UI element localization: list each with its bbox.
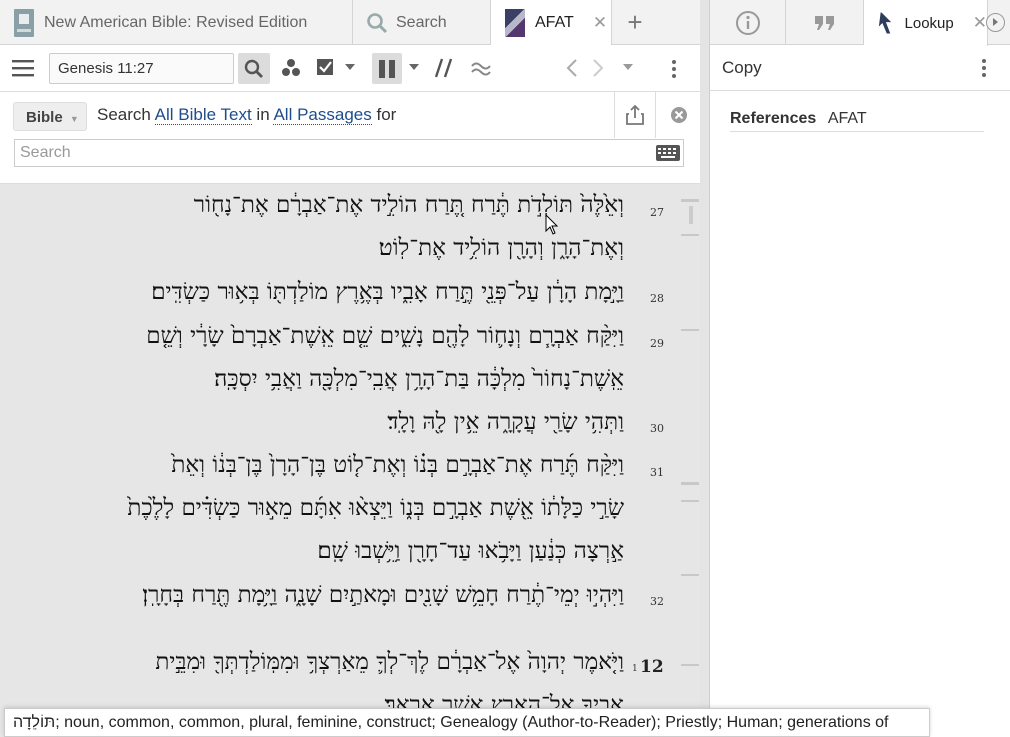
search-kind-button[interactable]: Bible ▼ bbox=[13, 102, 87, 131]
tab-lookup[interactable]: Lookup ✕ bbox=[864, 0, 988, 46]
new-tab-button[interactable]: + bbox=[612, 0, 658, 45]
verse-number[interactable]: 1 bbox=[632, 664, 638, 674]
for-word: for bbox=[376, 105, 397, 124]
scroll-marker bbox=[681, 234, 699, 236]
tab-afat[interactable]: AFAT ✕ bbox=[491, 0, 612, 46]
bible-book-icon bbox=[14, 8, 34, 37]
share-icon[interactable] bbox=[614, 92, 656, 138]
references-label: References bbox=[730, 110, 817, 127]
verse-number[interactable]: 32 bbox=[650, 595, 664, 608]
keyboard-icon[interactable] bbox=[655, 144, 681, 162]
references-value[interactable]: AFAT bbox=[828, 110, 867, 127]
in-word: in bbox=[256, 105, 270, 124]
menu-icon[interactable] bbox=[12, 58, 34, 78]
inline-search: Bible ▼ Search All Bible Text in All Pas… bbox=[0, 92, 700, 184]
close-tab-icon[interactable]: ✕ bbox=[593, 13, 607, 33]
verse-line[interactable]: וַיִּקַּ֨ח תֶּ֜רַח אֶת־אַבְרָ֣ם בְּנ֗וֹ … bbox=[171, 452, 624, 478]
more-tabs-icon[interactable] bbox=[986, 13, 1005, 32]
verse-number[interactable]: 29 bbox=[650, 337, 664, 350]
toolbar: Genesis 11:27 bbox=[0, 45, 700, 92]
verse-line[interactable]: וַיִּהְי֣וּ יְמֵי־תֶ֔רַח חָמֵ֥שׁ שָׁנִ֖י… bbox=[142, 582, 624, 608]
scroll-marker bbox=[681, 574, 699, 576]
search-prefix: Search bbox=[97, 105, 151, 124]
lookup-icon bbox=[878, 12, 892, 34]
quote-icon bbox=[814, 15, 834, 30]
search-icon bbox=[367, 12, 388, 33]
verse-number[interactable]: 28 bbox=[650, 292, 664, 305]
forward-arrow-icon[interactable] bbox=[589, 57, 607, 79]
chevron-down-icon[interactable] bbox=[407, 61, 421, 73]
verse-line[interactable]: וְאֶת־הָרָ֑ן וְהָרָ֖ן הוֹלִ֥יד אֶת־לֽוֹט… bbox=[379, 235, 624, 261]
passage-scope-link[interactable]: All Passages bbox=[273, 105, 372, 125]
divider bbox=[710, 90, 1010, 91]
search-input[interactable]: Search bbox=[14, 139, 684, 167]
scroll-marker bbox=[681, 482, 699, 485]
scroll-marker bbox=[681, 500, 699, 502]
verse-line[interactable]: וַיֹּ֤אמֶר יְהוָה֙ אֶל־אַבְרָ֔ם לֶךְ־לְך… bbox=[155, 649, 624, 675]
close-search-icon[interactable] bbox=[669, 105, 689, 125]
go-search-button[interactable] bbox=[238, 53, 270, 84]
morphology-tooltip: תּוֹלֵדָה; noun, common, common, plural,… bbox=[4, 708, 930, 737]
tab-information[interactable] bbox=[710, 0, 786, 45]
history-chevron-icon[interactable] bbox=[621, 61, 635, 73]
info-icon bbox=[735, 10, 760, 35]
parallel-resources-icon[interactable] bbox=[433, 56, 455, 80]
tab-nabre[interactable]: New American Bible: Revised Edition bbox=[0, 0, 353, 45]
mouse-cursor-icon bbox=[545, 214, 559, 235]
tab-label: Lookup bbox=[904, 14, 954, 32]
bible-panel: New American Bible: Revised Edition Sear… bbox=[0, 0, 700, 737]
bible-text: 27 וְאֵ֙לֶּה֙ תּוֹלְדֹ֣ת תֶּ֔רַח תֶּ֚רַח… bbox=[0, 184, 700, 737]
tab-quotes[interactable] bbox=[786, 0, 864, 45]
search-kind-label: Bible bbox=[26, 109, 63, 126]
search-scope-line: Search All Bible Text in All Passages fo… bbox=[97, 105, 396, 125]
app-window: New American Bible: Revised Edition Sear… bbox=[0, 0, 1010, 737]
scroll-marker bbox=[681, 199, 699, 202]
verse-line[interactable]: אֵֽשֶׁת־נָחוֹר֙ מִלְכָּ֔ה בַּת־הָרָ֥ן אֲ… bbox=[214, 366, 624, 392]
verse-line[interactable]: וְאֵ֙לֶּה֙ תּוֹלְדֹ֣ת תֶּ֔רַח תֶּ֚רַח הו… bbox=[194, 192, 624, 218]
parallel-view-icon[interactable] bbox=[372, 53, 402, 84]
chapter-number[interactable]: 12 bbox=[640, 657, 664, 677]
tab-label: New American Bible: Revised Edition bbox=[44, 13, 308, 31]
inline-search-icon[interactable] bbox=[469, 57, 493, 79]
verse-number[interactable]: 31 bbox=[650, 466, 664, 479]
right-tab-bar: Lookup ✕ bbox=[710, 0, 1010, 46]
chevron-down-icon[interactable] bbox=[343, 61, 357, 73]
scroll-thumb[interactable] bbox=[689, 206, 693, 224]
verse-number[interactable]: 27 bbox=[650, 206, 664, 219]
lookup-panel: Lookup ✕ Copy References AFAT bbox=[709, 0, 1010, 737]
tab-bar: New American Bible: Revised Edition Sear… bbox=[0, 0, 700, 46]
chevron-down-icon: ▼ bbox=[69, 114, 79, 124]
checklist-icon[interactable] bbox=[315, 56, 337, 78]
tab-label: Search bbox=[396, 13, 447, 31]
tab-search[interactable]: Search bbox=[353, 0, 491, 45]
verse-number[interactable]: 30 bbox=[650, 422, 664, 435]
panel-menu-icon[interactable] bbox=[672, 57, 676, 81]
reference-input[interactable]: Genesis 11:27 bbox=[49, 53, 234, 84]
verse-line[interactable]: אַ֣רְצָה כְּנַ֔עַן וַיָּבֹ֥אוּ עַד־חָרָ֖… bbox=[317, 538, 624, 564]
panel-divider[interactable] bbox=[700, 0, 709, 737]
back-arrow-icon[interactable] bbox=[563, 57, 581, 79]
scroll-marker bbox=[681, 664, 699, 666]
copy-button[interactable]: Copy bbox=[722, 58, 762, 78]
scroll-marker bbox=[681, 329, 699, 331]
references-row: References AFAT bbox=[730, 110, 984, 132]
tab-label: AFAT bbox=[535, 14, 574, 31]
visual-filters-icon[interactable] bbox=[280, 57, 302, 79]
verse-line[interactable]: שָׂרַ֣י כַּלָּת֔וֹ אֵ֖שֶׁת אַבְרָ֣ם בְּנ… bbox=[127, 495, 624, 521]
search-icon bbox=[244, 59, 263, 78]
verse-line[interactable]: וַיָּ֣מָת הָרָ֔ן עַל־פְּנֵ֖י תֶּ֣רַח אָב… bbox=[151, 279, 624, 305]
lookup-menu-icon[interactable] bbox=[982, 56, 986, 80]
verse-line[interactable]: וַיִּקַּ֨ח אַבְרָ֧ם וְנָח֛וֹר לָהֶ֖ם נָש… bbox=[146, 323, 624, 349]
close-tab-icon[interactable]: ✕ bbox=[973, 13, 987, 33]
text-scope-link[interactable]: All Bible Text bbox=[154, 105, 252, 125]
verse-line[interactable]: וַתְּהִ֥י שָׂרַ֖י עֲקָרָ֑ה אֵ֥ין לָ֖הּ ו… bbox=[387, 409, 624, 435]
afat-book-icon bbox=[505, 9, 525, 37]
